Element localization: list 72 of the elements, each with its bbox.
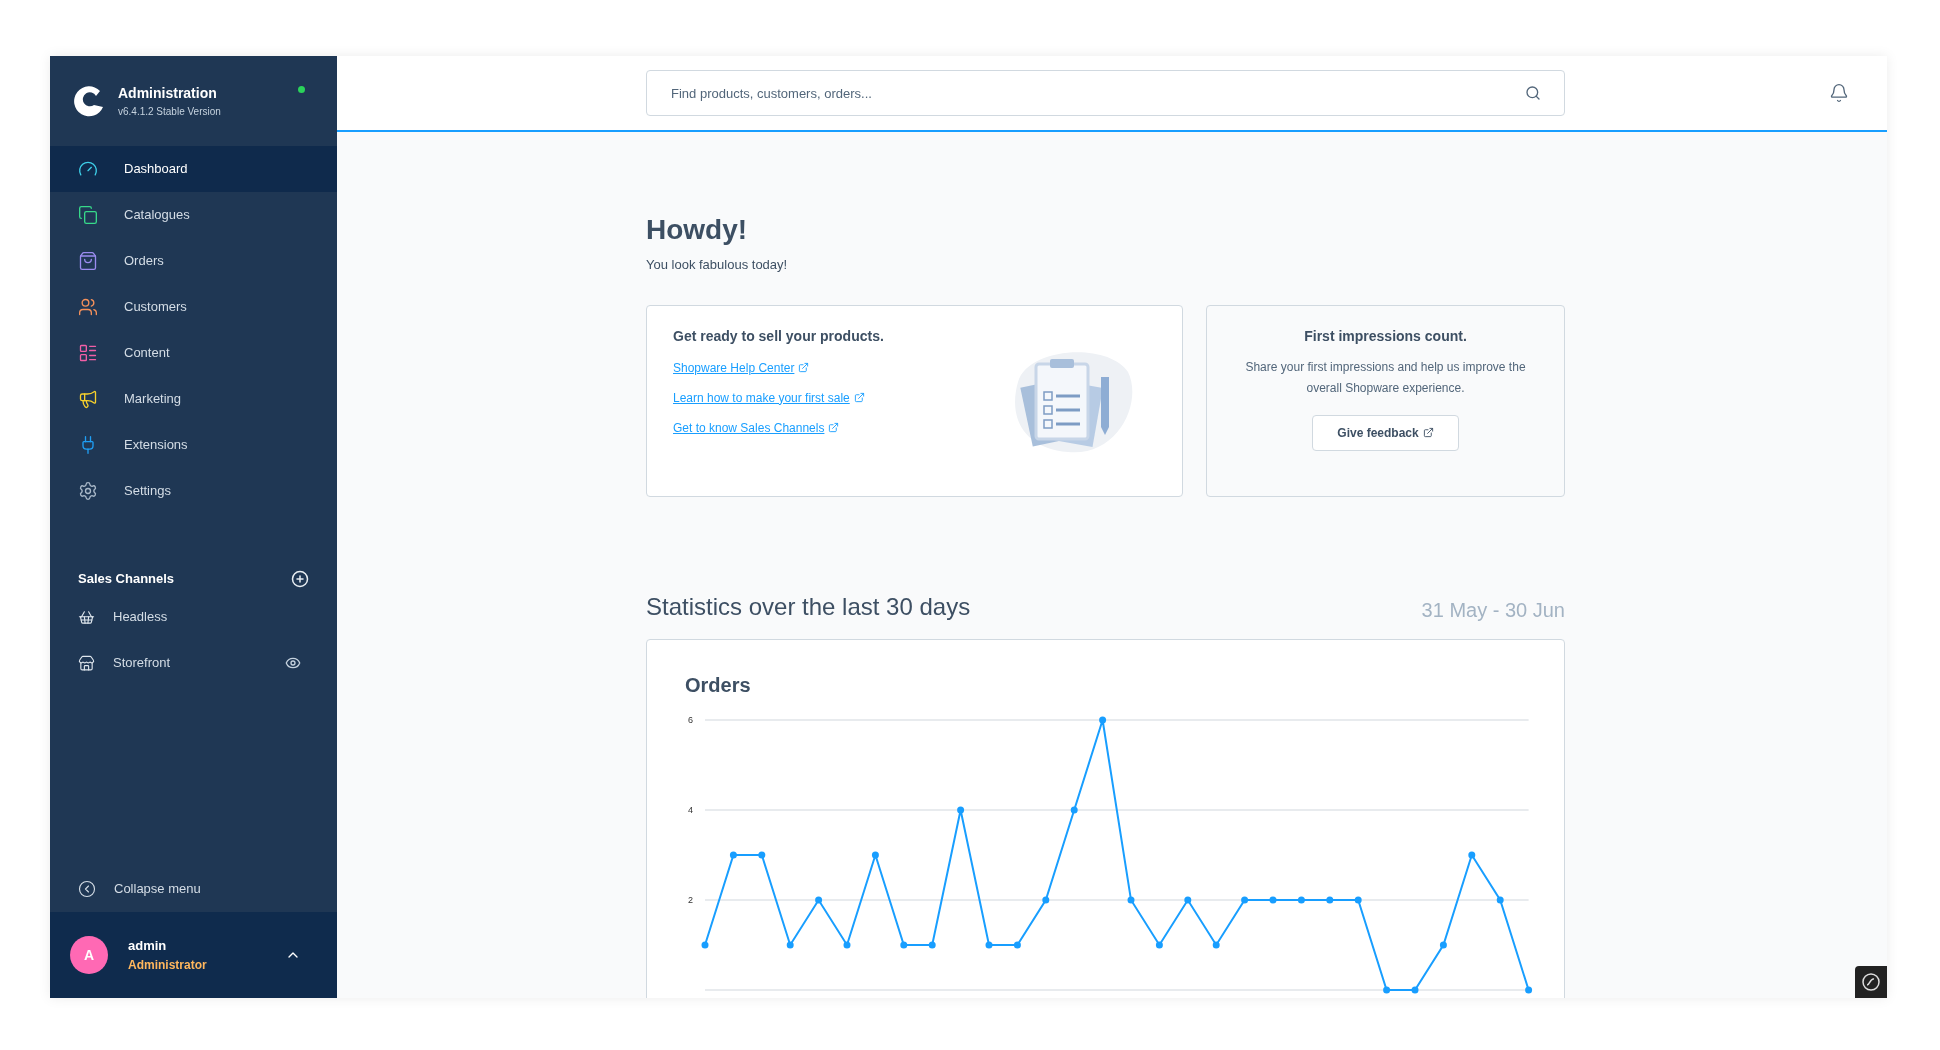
data-point <box>1297 896 1305 903</box>
data-point <box>1241 896 1249 903</box>
data-point <box>1127 896 1135 903</box>
card-title: Get ready to sell your products. <box>673 326 885 346</box>
data-point <box>1383 986 1391 993</box>
chevron-left-icon <box>78 880 96 898</box>
nav-item[interactable]: Dashboard <box>50 146 337 192</box>
axis-tick-label: 4 <box>688 804 693 815</box>
chart-title: Orders <box>685 672 752 698</box>
data-point <box>1326 896 1334 903</box>
data-point <box>900 941 908 948</box>
data-point <box>1411 986 1419 993</box>
data-point <box>786 941 794 948</box>
app-title: Administration <box>118 84 218 103</box>
data-point <box>1070 806 1078 813</box>
avatar: A <box>70 936 108 974</box>
data-point <box>1269 896 1277 903</box>
sales-channel-item[interactable]: Headless <box>50 594 337 640</box>
data-point <box>1468 851 1476 858</box>
data-point <box>843 941 851 948</box>
axis-tick-label: 6 <box>688 714 693 725</box>
nav-item[interactable]: Customers <box>50 284 337 330</box>
add-icon[interactable] <box>291 570 309 588</box>
channel-icon <box>78 654 95 672</box>
greeting-subtitle: You look fabulous today! <box>646 256 789 274</box>
nav-item[interactable]: Catalogues <box>50 192 337 238</box>
date-range: 31 May - 30 Jun <box>1421 597 1565 623</box>
nav-item[interactable]: Extensions <box>50 422 337 468</box>
axis-tick-label: 2 <box>688 894 693 905</box>
data-point <box>758 851 766 858</box>
card-title: First impressions count. <box>1304 326 1467 346</box>
sales-channel-item[interactable]: Storefront <box>50 640 337 686</box>
data-point <box>957 806 965 813</box>
external-link-icon <box>798 362 810 373</box>
collapse-menu-button[interactable]: Collapse menu <box>50 866 337 912</box>
data-point <box>701 941 709 948</box>
data-point <box>1155 941 1163 948</box>
data-point <box>1496 896 1504 903</box>
data-point <box>1184 896 1192 903</box>
data-point <box>1212 941 1220 948</box>
user-role: Administrator <box>128 956 208 974</box>
external-link-icon <box>828 422 840 433</box>
search-field[interactable]: Find products, customers, orders... <box>646 70 1565 116</box>
external-link-icon <box>1422 427 1434 438</box>
greeting-title: Howdy! <box>646 213 749 247</box>
data-point <box>928 941 936 948</box>
section-heading: Statistics over the last 30 days <box>646 591 971 622</box>
data-point <box>729 851 737 858</box>
data-point <box>1354 896 1362 903</box>
symfony-toolbar-icon[interactable] <box>1855 966 1887 998</box>
data-point <box>815 896 823 903</box>
give-feedback-button[interactable]: Give feedback <box>1312 414 1459 451</box>
channel-icon <box>78 608 95 626</box>
eye-icon <box>285 655 301 671</box>
data-point <box>985 941 993 948</box>
search-icon[interactable] <box>1525 85 1541 101</box>
user-name: admin <box>128 937 168 956</box>
external-link-icon <box>853 392 865 403</box>
notification-bell-icon[interactable] <box>1829 83 1849 103</box>
section-title: Sales Channels <box>78 570 175 589</box>
nav-item[interactable]: Orders <box>50 238 337 284</box>
data-point <box>1099 716 1107 723</box>
nav-item[interactable]: Settings <box>50 468 337 514</box>
data-point <box>1439 941 1447 948</box>
nav-item[interactable]: Content <box>50 330 337 376</box>
data-point <box>1525 986 1533 993</box>
nav-item[interactable]: Marketing <box>50 376 337 422</box>
data-point <box>1042 896 1050 903</box>
data-point <box>871 851 879 858</box>
version-text: v6.4.1.2 Stable Version <box>118 105 222 119</box>
card-text: Share your first impressions and help us improve the overall Shopware experience. <box>1244 358 1527 397</box>
data-point <box>1013 941 1021 948</box>
